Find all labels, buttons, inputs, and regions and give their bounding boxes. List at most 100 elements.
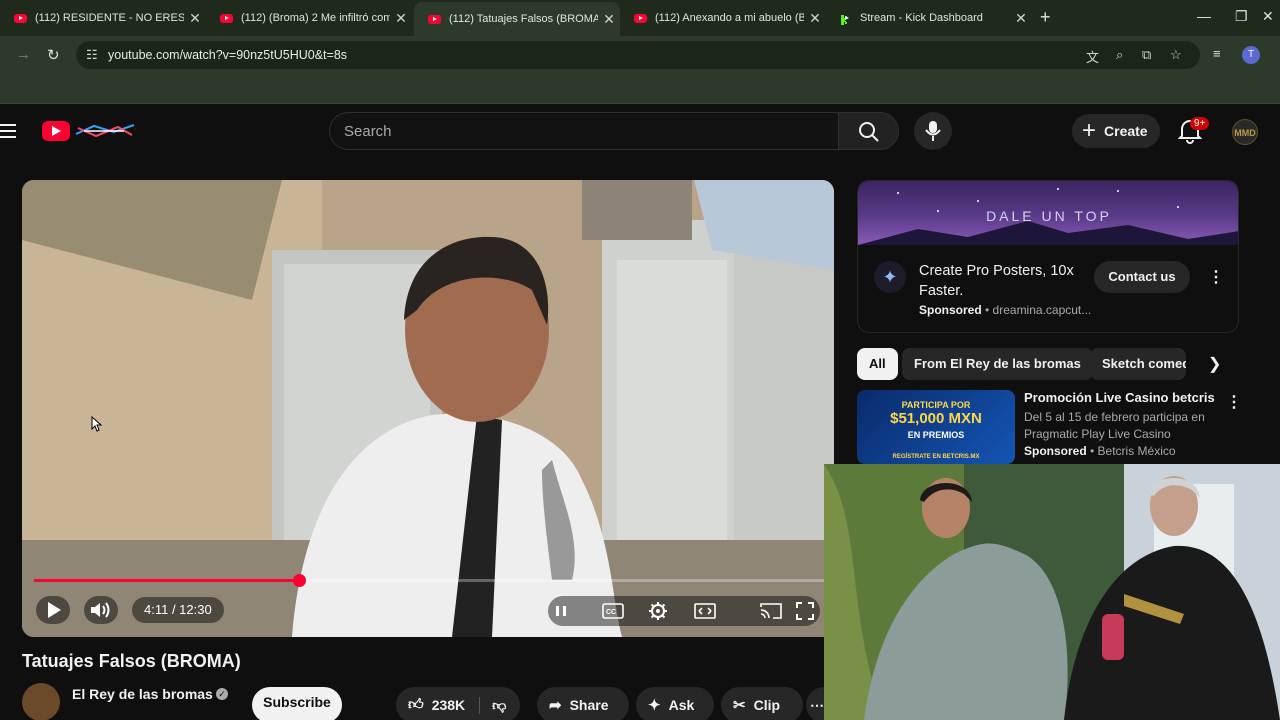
browser-tab[interactable]: (112) RESIDENTE - NO ERES RA ✕	[0, 4, 206, 32]
url-text: youtube.com/watch?v=90nz5tU5HU0&t=8s	[108, 48, 348, 62]
restore-icon[interactable]: ❐	[1235, 8, 1248, 25]
progress-bar[interactable]	[34, 574, 824, 587]
player-right-controls: CC	[548, 596, 820, 626]
minimize-icon[interactable]: —	[1197, 8, 1211, 24]
menu-icon[interactable]	[0, 124, 16, 142]
browser-tab[interactable]: Stream - Kick Dashboard ✕	[826, 4, 1032, 32]
suggestion-description: Del 5 al 15 de febrero participa en Prag…	[1024, 410, 1205, 441]
cast-icon[interactable]	[760, 602, 782, 620]
browser-tab[interactable]: (112) (Broma) 2 Me infiltró com ✕	[206, 4, 412, 32]
subscribe-button[interactable]: Subscribe	[252, 687, 342, 720]
close-tab-icon[interactable]: ✕	[390, 10, 412, 27]
youtube-icon	[634, 13, 647, 23]
suggestion-title[interactable]: Promoción Live Casino betcris	[1024, 390, 1215, 405]
play-icon	[48, 602, 61, 618]
ad-domain: dreamina.capcut...	[992, 303, 1092, 317]
reload-icon[interactable]: ↻	[47, 46, 60, 64]
verified-badge-icon: ✓	[216, 688, 228, 700]
webcam-frame	[824, 464, 1280, 720]
address-bar[interactable]: ☷ youtube.com/watch?v=90nz5tU5HU0&t=8s 文…	[76, 41, 1200, 69]
channel-name[interactable]: El Rey de las bromas	[72, 686, 213, 702]
site-info-icon[interactable]: ☷	[86, 47, 98, 63]
create-button[interactable]: + Create	[1072, 114, 1160, 148]
ad-banner: DALE UN TOP	[858, 181, 1238, 245]
autoplay-toggle-icon[interactable]	[554, 604, 568, 618]
like-button[interactable]: 👍︎ 238K 👎︎	[396, 687, 520, 720]
more-icon: ⋯	[810, 696, 824, 713]
dreamina-logo-icon: ✦	[874, 261, 906, 293]
video-player[interactable]: 4:11 / 12:30 CC	[22, 180, 834, 637]
share-button[interactable]: ➦ Share	[537, 687, 629, 720]
sponsored-ad-card[interactable]: DALE UN TOP ✦ Create Pro Posters, 10x Fa…	[857, 180, 1239, 333]
suggestion-more-options-icon[interactable]: ⋮	[1226, 392, 1242, 412]
translate-icon[interactable]: 文	[1086, 47, 1099, 66]
kick-icon	[840, 14, 852, 25]
close-tab-icon[interactable]: ✕	[184, 10, 206, 27]
clip-label: Clip	[753, 697, 781, 713]
video-frame	[22, 180, 834, 637]
more-actions-button[interactable]: ⋯	[806, 687, 824, 720]
create-label: Create	[1104, 123, 1148, 139]
suggestion-thumbnail[interactable]: PARTICIPA POR $51,000 MXN EN PREMIOS REG…	[857, 390, 1015, 464]
ad-title: Create Pro Posters, 10x Faster.	[919, 263, 1074, 299]
play-button[interactable]	[36, 596, 70, 624]
time-display: 4:11 / 12:30	[132, 597, 224, 623]
mouse-cursor-icon	[91, 416, 103, 432]
contact-us-button[interactable]: Contact us	[1094, 261, 1190, 293]
close-tab-icon[interactable]: ✕	[804, 10, 826, 27]
suggestion-sponsor-line: Sponsored • Betcris México	[1024, 444, 1176, 458]
browser-tab-active[interactable]: (112) Tatuajes Falsos (BROMA) ✕	[414, 2, 620, 36]
scrubber-handle[interactable]	[292, 574, 306, 587]
forward-icon[interactable]: →	[16, 46, 31, 63]
tab-title: (112) Anexando a mi abuelo (B	[655, 12, 804, 24]
browser-tab-bar: (112) RESIDENTE - NO ERES RA ✕ (112) (Br…	[0, 0, 1280, 36]
zoom-icon[interactable]: ⌕	[1116, 47, 1123, 63]
settings-gear-icon[interactable]	[648, 601, 668, 621]
search-icon	[859, 122, 879, 142]
search-button[interactable]	[838, 112, 899, 150]
volume-icon	[91, 602, 110, 618]
tab-title: (112) (Broma) 2 Me infiltró com	[241, 12, 390, 24]
close-tab-icon[interactable]: ✕	[1010, 10, 1032, 27]
search-input[interactable]	[344, 113, 824, 149]
search-box	[329, 112, 838, 150]
thumbnail-text: EN PREMIOS	[907, 430, 965, 440]
theater-mode-icon[interactable]	[694, 603, 716, 619]
media-control-icon[interactable]: ≡	[1213, 46, 1221, 61]
thumbs-down-icon[interactable]: 👎︎	[479, 696, 506, 714]
voice-search-button[interactable]	[914, 112, 952, 150]
account-avatar[interactable]: MMD	[1232, 119, 1258, 145]
youtube-logo[interactable]	[42, 121, 70, 141]
close-tab-icon[interactable]: ✕	[598, 11, 620, 28]
microphone-icon	[925, 121, 941, 141]
ad-more-options-icon[interactable]: ⋮	[1208, 267, 1224, 287]
webcam-overlay	[824, 464, 1280, 720]
share-label: Share	[569, 697, 609, 713]
youtube-icon	[14, 13, 27, 23]
captions-icon[interactable]: CC	[602, 603, 624, 619]
chip-sketch-comedy[interactable]: Sketch comed	[1090, 348, 1186, 380]
profile-avatar[interactable]: T	[1242, 46, 1260, 64]
volume-button[interactable]	[84, 596, 118, 624]
fullscreen-icon[interactable]	[796, 602, 814, 620]
browser-toolbar: → ↻ ☷ youtube.com/watch?v=90nz5tU5HU0&t=…	[0, 36, 1280, 74]
new-tab-icon[interactable]: +	[1040, 7, 1051, 28]
browser-tab[interactable]: (112) Anexando a mi abuelo (B ✕	[620, 4, 826, 32]
bookmarks-bar	[0, 74, 1280, 104]
channel-avatar[interactable]	[22, 683, 60, 720]
install-icon[interactable]: ⧉	[1142, 47, 1151, 63]
bookmark-star-icon[interactable]: ☆	[1170, 47, 1182, 63]
plus-icon: +	[1082, 117, 1097, 144]
filter-chips: All From El Rey de las bromas Sketch com…	[857, 348, 1237, 380]
youtube-doodle-logo[interactable]	[74, 122, 136, 140]
ask-label: Ask	[668, 697, 695, 713]
thumbnail-text: $51,000 MXN	[890, 410, 982, 427]
ask-button[interactable]: ✦ Ask	[636, 687, 714, 720]
chip-all[interactable]: All	[857, 348, 898, 380]
chip-from-channel[interactable]: From El Rey de las bromas	[902, 348, 1093, 380]
sponsored-label: Sponsored	[919, 303, 982, 317]
close-window-icon[interactable]: ✕	[1262, 8, 1274, 25]
chevron-right-icon[interactable]: ❯	[1208, 354, 1221, 374]
clip-button[interactable]: ✂ Clip	[721, 687, 803, 720]
youtube-icon	[428, 14, 441, 24]
